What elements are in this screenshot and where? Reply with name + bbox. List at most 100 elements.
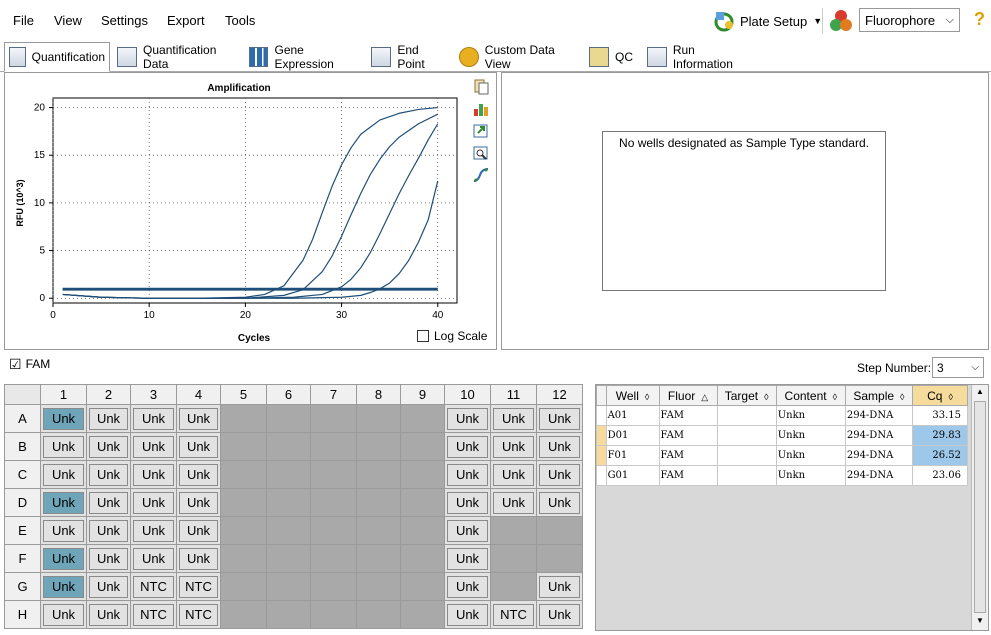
row-selector[interactable] <box>596 405 607 426</box>
sort-icon[interactable]: △ <box>701 392 708 402</box>
plate-well[interactable] <box>266 432 311 461</box>
plate-well[interactable]: Unk <box>130 488 177 517</box>
plate-well[interactable]: Unk <box>40 488 87 517</box>
plate-well[interactable]: Unk <box>444 544 491 573</box>
plate-well[interactable]: Unk <box>40 404 87 433</box>
column-header[interactable]: 6 <box>266 384 311 405</box>
sort-icon[interactable]: ◊ <box>833 392 837 402</box>
plate-well[interactable] <box>310 600 357 629</box>
plate-well[interactable]: Unk <box>444 572 491 601</box>
plate-well[interactable]: Unk <box>444 600 491 629</box>
plate-well[interactable] <box>220 460 267 489</box>
plate-well[interactable]: Unk <box>130 460 177 489</box>
menu-settings[interactable]: Settings <box>101 13 148 28</box>
plate-well[interactable]: Unk <box>40 600 87 629</box>
plate-well[interactable]: Unk <box>40 516 87 545</box>
well-group-icon[interactable] <box>829 9 853 33</box>
row-selector[interactable] <box>596 425 607 446</box>
tab-qc[interactable]: QC <box>584 43 638 71</box>
plate-well[interactable] <box>536 544 583 573</box>
column-header[interactable]: 5 <box>220 384 267 405</box>
plate-well[interactable] <box>220 432 267 461</box>
row-header[interactable]: D <box>4 488 41 517</box>
table-row[interactable]: G01 FAM Unkn 294-DNA 23.06 <box>596 465 969 486</box>
column-header[interactable]: 9 <box>400 384 445 405</box>
column-header[interactable]: 7 <box>310 384 357 405</box>
row-header[interactable]: B <box>4 432 41 461</box>
sort-icon[interactable]: ◊ <box>900 392 904 402</box>
plate-well[interactable] <box>310 516 357 545</box>
column-header[interactable]: 4 <box>176 384 221 405</box>
sort-icon[interactable]: ◊ <box>645 392 649 402</box>
zoom-chart-icon[interactable] <box>473 145 489 161</box>
plate-well[interactable] <box>400 544 445 573</box>
plate-well[interactable] <box>400 404 445 433</box>
plate-well[interactable] <box>356 404 401 433</box>
plate-well[interactable]: Unk <box>86 600 131 629</box>
plate-well[interactable]: NTC <box>176 572 221 601</box>
plate-well[interactable]: Unk <box>536 404 583 433</box>
row-header[interactable]: E <box>4 516 41 545</box>
plate-well[interactable] <box>220 404 267 433</box>
plate-well[interactable]: Unk <box>176 488 221 517</box>
plate-well[interactable] <box>490 516 537 545</box>
plate-well[interactable]: Unk <box>536 572 583 601</box>
plate-well[interactable]: Unk <box>536 432 583 461</box>
vertical-scrollbar[interactable]: ▲ ▼ <box>971 385 988 630</box>
plate-well[interactable] <box>266 572 311 601</box>
plate-well[interactable]: Unk <box>536 488 583 517</box>
row-header[interactable]: G <box>4 572 41 601</box>
plate-well[interactable]: Unk <box>86 404 131 433</box>
column-header-content[interactable]: Content ◊ <box>775 385 846 406</box>
plate-well[interactable]: Unk <box>86 544 131 573</box>
table-row[interactable]: F01 FAM Unkn 294-DNA 26.52 <box>596 445 969 466</box>
plate-well[interactable] <box>310 544 357 573</box>
plate-well[interactable]: Unk <box>444 432 491 461</box>
column-header-well[interactable]: Well ◊ <box>605 385 660 406</box>
plate-well[interactable] <box>400 460 445 489</box>
plate-well[interactable]: Unk <box>444 488 491 517</box>
fam-checkbox[interactable]: ☑ <box>9 357 22 371</box>
amplification-chart[interactable]: Amplification Cycles RFU (10^3) 0 10 20 30 4… <box>5 73 496 349</box>
plate-well[interactable] <box>310 404 357 433</box>
plate-well[interactable] <box>356 600 401 629</box>
select-all-corner[interactable] <box>4 384 41 405</box>
plate-well[interactable]: Unk <box>86 460 131 489</box>
tab-gene-expression[interactable]: Gene Expression <box>244 43 360 71</box>
export-chart-icon[interactable] <box>473 123 489 139</box>
plate-well[interactable]: Unk <box>176 404 221 433</box>
plate-well[interactable] <box>266 488 311 517</box>
plate-well[interactable] <box>490 544 537 573</box>
fam-toggle[interactable]: ☑ FAM <box>9 357 50 371</box>
step-number-select[interactable]: 3 ⌵ <box>932 357 984 378</box>
plate-well[interactable] <box>356 544 401 573</box>
plate-well[interactable]: Unk <box>444 516 491 545</box>
sort-icon[interactable]: ◊ <box>948 392 952 402</box>
column-header[interactable]: 3 <box>130 384 177 405</box>
plate-well[interactable]: Unk <box>40 432 87 461</box>
row-selector[interactable] <box>596 465 607 486</box>
scroll-down-icon[interactable]: ▼ <box>974 616 986 628</box>
menu-export[interactable]: Export <box>167 13 205 28</box>
fluorophore-select[interactable]: Fluorophore ⌵ <box>859 8 960 32</box>
plate-well[interactable] <box>400 600 445 629</box>
column-header[interactable]: 12 <box>536 384 583 405</box>
column-header[interactable]: 1 <box>40 384 87 405</box>
plate-well[interactable] <box>310 488 357 517</box>
column-header-cq[interactable]: Cq ◊ <box>911 385 969 406</box>
plate-well[interactable]: Unk <box>86 488 131 517</box>
plate-well[interactable] <box>356 572 401 601</box>
row-header[interactable]: F <box>4 544 41 573</box>
copy-icon[interactable] <box>473 79 489 95</box>
plate-well[interactable]: Unk <box>130 432 177 461</box>
help-icon[interactable]: ? <box>974 9 985 30</box>
plate-well[interactable]: Unk <box>176 544 221 573</box>
tab-end-point[interactable]: End Point <box>366 43 450 71</box>
plate-well[interactable]: NTC <box>176 600 221 629</box>
plate-well[interactable] <box>266 516 311 545</box>
plate-well[interactable] <box>490 572 537 601</box>
plate-well[interactable] <box>356 488 401 517</box>
curve-fit-icon[interactable] <box>473 167 489 183</box>
plate-well[interactable] <box>400 432 445 461</box>
menu-tools[interactable]: Tools <box>225 13 255 28</box>
